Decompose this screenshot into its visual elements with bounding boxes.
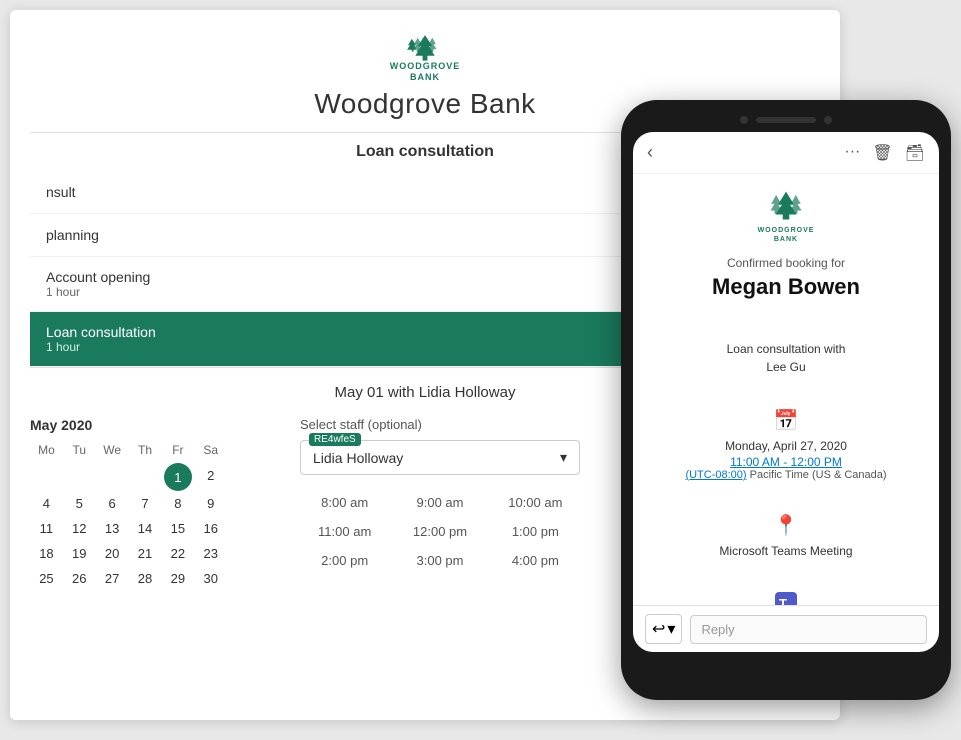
phone-speaker xyxy=(756,117,816,123)
phone-action-buttons: ··· 🗑 🗃 xyxy=(844,143,925,163)
phone-container: ‹ ··· 🗑 🗃 xyxy=(621,100,951,700)
service-duration-account: 1 hour xyxy=(46,285,150,299)
reply-arrow-button[interactable]: ↩ ▾ xyxy=(645,614,682,644)
staff-section: Select staff (optional) RE4wfeS Lidia Ho… xyxy=(300,417,580,591)
time-slot-12pm[interactable]: 12:00 pm xyxy=(395,520,484,543)
teams-detail: T Join Teams meeting xyxy=(733,592,840,605)
teams-icon: T xyxy=(775,592,797,605)
cal-day-5[interactable]: 5 xyxy=(63,491,96,516)
day-fr: Fr xyxy=(161,441,194,459)
phone-content: WOODGROVEBANK Confirmed booking for Mega… xyxy=(633,174,939,605)
time-slot-3pm[interactable]: 3:00 pm xyxy=(395,549,484,572)
time-slot-1pm[interactable]: 1:00 pm xyxy=(491,520,580,543)
booking-name: Megan Bowen xyxy=(712,274,860,300)
service-line2: Lee Gu xyxy=(766,358,805,376)
booking-timezone: (UTC-08:00) Pacific Time (US & Canada) xyxy=(685,469,886,481)
cal-day-2[interactable]: 2 xyxy=(194,463,227,491)
time-slot-10am[interactable]: 10:00 am xyxy=(491,491,580,514)
phone-logo-text: WOODGROVEBANK xyxy=(758,226,815,244)
cal-day-6[interactable]: 6 xyxy=(96,491,129,516)
booking-date: Monday, April 27, 2020 xyxy=(725,437,847,455)
time-slot-11am[interactable]: 11:00 am xyxy=(300,520,389,543)
cal-day-1[interactable]: 1 xyxy=(164,463,192,491)
location-label: Microsoft Teams Meeting xyxy=(719,542,852,560)
delete-icon[interactable]: 🗑 xyxy=(872,143,892,163)
camera-dot-1 xyxy=(740,116,748,124)
back-icon[interactable]: ‹ xyxy=(647,142,653,163)
service-duration-loan: 1 hour xyxy=(46,340,156,354)
date-time-detail: 📅 Monday, April 27, 2020 11:00 AM - 12:0… xyxy=(685,408,886,481)
location-pin-icon: 📍 xyxy=(774,513,799,538)
service-name-loan: Loan consultation xyxy=(46,324,156,340)
cal-week-4: 18 19 20 21 22 23 xyxy=(30,541,260,566)
reply-input[interactable]: Reply xyxy=(690,615,927,644)
staff-selected-name: Lidia Holloway xyxy=(313,450,403,466)
calendar-icon: 📅 xyxy=(774,408,799,433)
phone-topbar: ‹ ··· 🗑 🗃 xyxy=(633,132,939,174)
service-name-consult: nsult xyxy=(46,184,76,200)
cal-week-5: 25 26 27 28 29 30 xyxy=(30,566,260,591)
staff-label: Select staff (optional) xyxy=(300,417,580,432)
day-mo: Mo xyxy=(30,441,63,459)
reply-bar: ↩ ▾ Reply xyxy=(633,605,939,652)
staff-tag: RE4wfeS xyxy=(309,433,361,446)
time-slots: 8:00 am 9:00 am 10:00 am 11:00 am 12:00 … xyxy=(300,491,580,572)
cal-day-7[interactable]: 7 xyxy=(129,491,162,516)
svg-text:T: T xyxy=(779,596,787,605)
day-we: We xyxy=(96,441,129,459)
service-detail: Loan consultation with Lee Gu xyxy=(727,340,846,376)
cal-days-header: Mo Tu We Th Fr Sa xyxy=(30,441,260,459)
cal-day-9[interactable]: 9 xyxy=(194,491,227,516)
bank-display-name: Woodgrove Bank xyxy=(314,88,535,120)
month-label: May 2020 xyxy=(30,417,260,433)
phone-outer: ‹ ··· 🗑 🗃 xyxy=(621,100,951,700)
phone-camera-bar xyxy=(633,116,939,124)
confirmed-text: Confirmed booking for xyxy=(727,256,845,270)
cal-week-2: 4 5 6 7 8 9 xyxy=(30,491,260,516)
chevron-down-icon: ▾ xyxy=(667,619,675,639)
timezone-full: Pacific Time (US & Canada) xyxy=(750,469,887,481)
time-slot-4pm[interactable]: 4:00 pm xyxy=(491,549,580,572)
cal-grid: Mo Tu We Th Fr Sa 1 2 xyxy=(30,441,260,591)
chevron-down-icon: ▾ xyxy=(560,449,567,466)
cal-week-1: 1 2 xyxy=(30,463,260,491)
bank-logo-text: WOODGROVEBANK xyxy=(390,61,461,84)
day-th: Th xyxy=(129,441,162,459)
staff-dropdown[interactable]: RE4wfeS Lidia Holloway ▾ xyxy=(300,440,580,475)
camera-dot-2 xyxy=(824,116,832,124)
timezone-abbr: (UTC-08:00) xyxy=(685,469,746,481)
time-slot-9am[interactable]: 9:00 am xyxy=(395,491,484,514)
location-detail: 📍 Microsoft Teams Meeting xyxy=(719,513,852,560)
time-slot-2pm[interactable]: 2:00 pm xyxy=(300,549,389,572)
booking-time[interactable]: 11:00 AM - 12:00 PM xyxy=(730,455,842,469)
service-line1: Loan consultation with xyxy=(727,340,846,358)
phone-bank-logo: WOODGROVEBANK xyxy=(758,190,815,244)
time-slot-8am[interactable]: 8:00 am xyxy=(300,491,389,514)
day-sa: Sa xyxy=(194,441,227,459)
day-tu: Tu xyxy=(63,441,96,459)
cal-day-8[interactable]: 8 xyxy=(161,491,194,516)
reply-back-icon: ↩ xyxy=(652,619,665,639)
phone-screen: ‹ ··· 🗑 🗃 xyxy=(633,132,939,652)
archive-icon[interactable]: 🗃 xyxy=(905,143,925,163)
more-options-icon[interactable]: ··· xyxy=(844,143,860,163)
service-name-account: Account opening xyxy=(46,269,150,285)
mini-calendar: May 2020 Mo Tu We Th Fr Sa xyxy=(30,417,260,591)
service-name-planning: planning xyxy=(46,227,99,243)
cal-week-3: 11 12 13 14 15 16 xyxy=(30,516,260,541)
cal-day-4[interactable]: 4 xyxy=(30,491,63,516)
bank-logo: WOODGROVEBANK xyxy=(395,34,455,84)
